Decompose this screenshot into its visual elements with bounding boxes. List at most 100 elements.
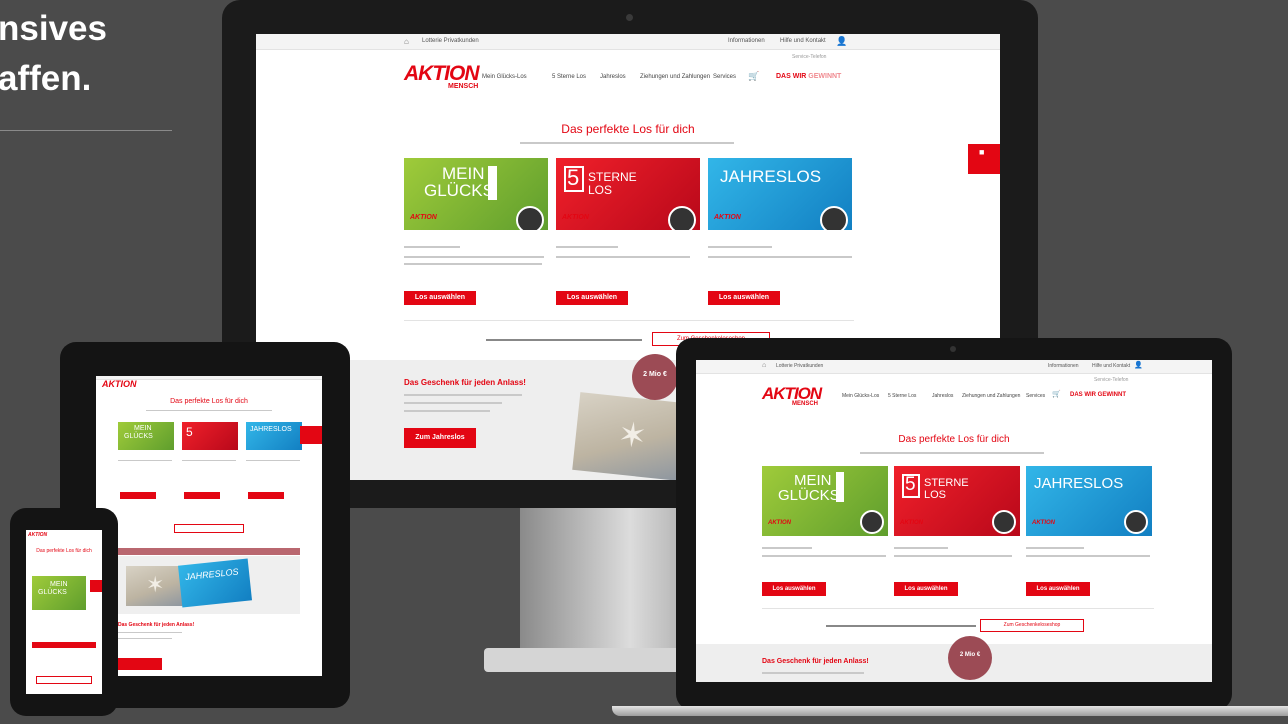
ticket-line1: JAHRESLOS [720, 167, 822, 186]
promo-badge: 2 Mio € [632, 354, 678, 400]
ticket-logo: AKTION [714, 214, 741, 221]
nav-item-ziehungen[interactable]: Ziehungen und Zahlungen [640, 74, 710, 80]
hero-title: Das perfekte Los für dich [36, 548, 92, 554]
ticket-line1: JAHRESLOS [250, 426, 292, 433]
ticket-jahreslos[interactable]: JAHRESLOS AKTION [1026, 466, 1152, 536]
gift-button[interactable]: Zum Jahreslos [404, 428, 476, 448]
choose-button-3[interactable] [248, 492, 284, 499]
gift-shop-button[interactable]: Zum Geschenkeloseshop [980, 619, 1084, 632]
promo-badge-text: 2 Mio € [643, 371, 667, 378]
ticket-line1: STERNE [924, 477, 969, 489]
ticket-5-sterne-los[interactable]: 5 [182, 422, 238, 450]
ipad-screen: AKTION Das perfekte Los für dich MEIN GL… [96, 376, 322, 676]
nav-item-jahreslos[interactable]: Jahreslos [600, 74, 626, 80]
aktion-mensch-logo[interactable]: AKTION [28, 532, 47, 538]
choose-button-3[interactable]: Los auswählen [1026, 582, 1090, 596]
starfish-icon: ✶ [616, 415, 649, 457]
nav-item-mein-gluecks-los[interactable]: Mein Glücks-Los [842, 393, 879, 399]
ticket-mein-gluecks-los[interactable]: MEIN GLÜCKS [32, 576, 86, 610]
price-bubble [668, 206, 696, 230]
choose-button-1[interactable]: Los auswählen [762, 582, 826, 596]
choose-button-2[interactable]: Los auswählen [556, 291, 628, 305]
ticket-line1: MEIN [134, 425, 152, 432]
gift-title: Das Geschenk für jeden Anlass! [762, 658, 869, 665]
ticket-5-sterne-los[interactable]: 5 STERNE LOS AKTION [894, 466, 1020, 536]
macbook-device: ⌂ Lotterie Privatkunden Informationen Hi… [612, 338, 1288, 718]
user-icon[interactable]: 👤 [1134, 361, 1143, 369]
divider [404, 320, 854, 321]
iphone-device: AKTION Das perfekte Los für dich MEIN GL… [10, 508, 118, 716]
help-menu[interactable]: Hilfe und Kontakt [780, 38, 826, 44]
nav-item-services[interactable]: Services [713, 74, 736, 80]
choose-button-2[interactable]: Los auswählen [894, 582, 958, 596]
home-icon[interactable]: ⌂ [762, 362, 766, 369]
info-menu[interactable]: Informationen [728, 38, 765, 44]
brand-selector[interactable]: Lotterie Privatkunden [422, 38, 479, 44]
home-icon[interactable]: ⌂ [404, 37, 409, 46]
ticket-jahreslos[interactable]: JAHRESLOS AKTION [708, 158, 852, 230]
choose-button-3[interactable]: Los auswählen [708, 291, 780, 305]
user-icon[interactable]: 👤 [836, 36, 847, 47]
brand-selector[interactable]: Lotterie Privatkunden [776, 363, 823, 369]
feedback-tab[interactable]: ■ [968, 144, 1000, 174]
cart-icon[interactable]: 🛒 [1052, 390, 1061, 398]
choose-button-1[interactable] [120, 492, 156, 499]
ticket-line2: GLÜCKS [424, 181, 494, 200]
nav-item-services[interactable]: Services [1026, 393, 1045, 399]
info-menu[interactable]: Informationen [1048, 363, 1079, 369]
cart-icon[interactable]: 🛒 [748, 71, 759, 82]
nav-item-ziehungen[interactable]: Ziehungen und Zahlungen [962, 393, 1020, 399]
price-bubble [820, 206, 848, 230]
ticket-desc-2b [894, 555, 1012, 557]
ticket-desc-1 [404, 246, 460, 248]
service-phone: Service-Telefon [1094, 377, 1129, 383]
ticket-number: 5 [567, 165, 580, 190]
help-menu[interactable]: Hilfe und Kontakt [1092, 363, 1130, 369]
nav-item-mein-gluecks-los[interactable]: Mein Glücks-Los [482, 74, 527, 80]
aktion-mensch-logo[interactable]: AKTION [102, 379, 137, 389]
heading-line-2: affen. [0, 59, 92, 98]
gift-shop-button[interactable] [36, 676, 92, 684]
ticket-desc-3 [1026, 547, 1084, 549]
ticket-line1: JAHRESLOS [1034, 475, 1124, 492]
topbar: ⌂ Lotterie Privatkunden Informationen Hi… [696, 360, 1212, 374]
gift-shop-button[interactable] [174, 524, 244, 533]
gift-bullet-3 [404, 410, 490, 412]
ticket-mein-gluecks-los[interactable]: MEIN GLÜCKS AKTION [762, 466, 888, 536]
camera-dot [626, 14, 633, 21]
choose-button-2[interactable] [184, 492, 220, 499]
ticket-desc-1 [118, 460, 172, 461]
ticket-line2: LOS [924, 489, 947, 501]
ticket-logo: AKTION [562, 214, 589, 221]
nav-item-5-sterne-los[interactable]: 5 Sterne Los [888, 393, 916, 399]
macbook-base [612, 706, 1288, 716]
gift-bullet-2 [404, 402, 502, 404]
ticket-line2: GLÜCKS [778, 487, 840, 504]
iphone-screen: AKTION Das perfekte Los für dich MEIN GL… [26, 530, 102, 694]
ticket-5-sterne-los[interactable]: 5 STERNE LOS AKTION [556, 158, 700, 230]
nav-item-jahreslos[interactable]: Jahreslos [932, 393, 953, 399]
nav-highlight-left: DAS WIR [1070, 392, 1098, 398]
ticket-mein-gluecks-los[interactable]: MEIN GLÜCKS AKTION [404, 158, 548, 230]
ticket-jahreslos[interactable]: JAHRESLOS [246, 422, 302, 450]
nav-item-5-sterne-los[interactable]: 5 Sterne Los [552, 74, 586, 80]
ticket-desc-3b [708, 256, 852, 258]
service-phone: Service-Telefon [792, 54, 827, 60]
ticket-logo: AKTION [1032, 520, 1055, 526]
ticket-number: 5 [905, 474, 916, 495]
ticket-number: 5 [186, 425, 193, 439]
choose-button-1[interactable]: Los auswählen [404, 291, 476, 305]
choose-button-1[interactable] [32, 642, 96, 648]
feedback-tab[interactable] [300, 426, 322, 444]
ticket-desc-3 [708, 246, 772, 248]
starfish-icon: ✶ [146, 572, 165, 597]
nav-highlight[interactable]: DAS WIR GEWINNT [776, 73, 841, 80]
macbook-screen: ⌂ Lotterie Privatkunden Informationen Hi… [696, 360, 1212, 682]
nav-highlight[interactable]: DAS WIR GEWINNT [1070, 392, 1126, 398]
gift-line-text [826, 625, 976, 627]
banner-jahreslos-ticket: JAHRESLOS [177, 558, 253, 608]
feedback-tab[interactable] [90, 580, 102, 592]
ticket-mein-gluecks-los[interactable]: MEIN GLÜCKS [118, 422, 174, 450]
camera-dot [950, 346, 956, 352]
gift-button[interactable] [118, 658, 162, 670]
